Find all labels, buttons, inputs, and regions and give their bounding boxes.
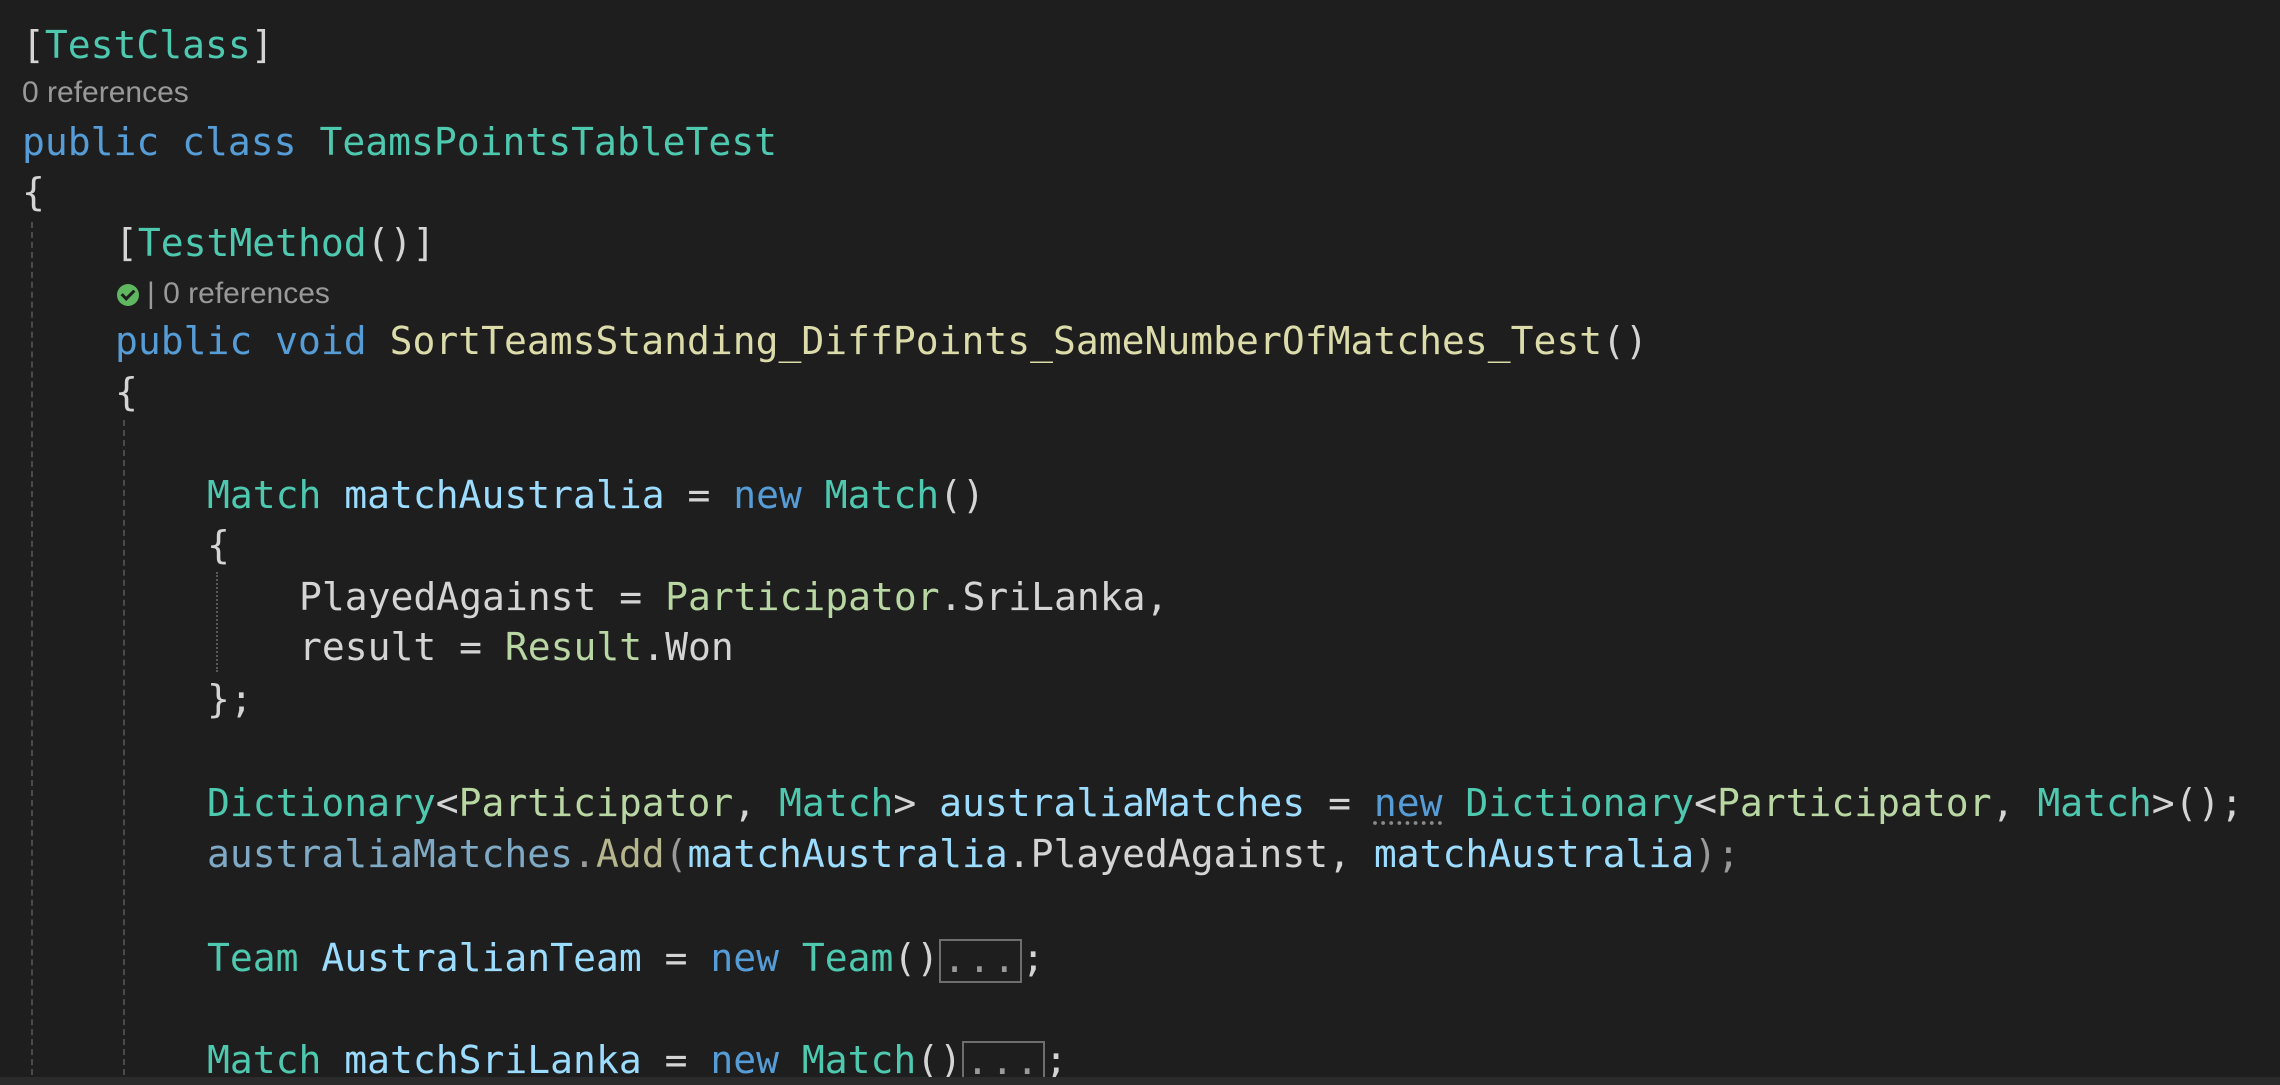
enum-member: Won xyxy=(665,625,734,669)
keyword: public xyxy=(115,319,253,363)
keyword: new xyxy=(710,1038,779,1082)
codelens-references[interactable]: | 0 references xyxy=(147,277,330,310)
property-name: result xyxy=(299,625,437,669)
codelens-test-status[interactable]: | 0 references xyxy=(117,274,330,314)
type-name: Dictionary xyxy=(1465,781,1695,825)
type-name: Match xyxy=(2037,781,2152,825)
enum-member: SriLanka xyxy=(962,575,1146,619)
code-line[interactable]: { xyxy=(115,367,138,417)
code-line[interactable]: [TestMethod()] xyxy=(115,218,435,268)
type-name: Result xyxy=(504,625,643,669)
horizontal-scrollbar[interactable] xyxy=(0,1077,2280,1085)
code-line[interactable]: public void SortTeamsStanding_DiffPoints… xyxy=(115,316,1648,366)
type-name: Match xyxy=(207,473,322,517)
keyword: void xyxy=(275,319,367,363)
code-line[interactable]: [TestClass] xyxy=(22,20,274,70)
code-line[interactable]: }; xyxy=(207,674,253,724)
indent-guide-method xyxy=(123,420,125,1085)
method-name: SortTeamsStanding_DiffPoints_SameNumberO… xyxy=(389,319,1603,363)
variable-name: AustralianTeam xyxy=(321,936,642,980)
keyword: new xyxy=(710,936,779,980)
property-name: PlayedAgainst xyxy=(1030,832,1329,876)
keyword: class xyxy=(182,120,297,164)
keyword: new xyxy=(733,473,802,517)
attribute-name: TestClass xyxy=(44,23,251,67)
keyword: new xyxy=(1373,781,1443,825)
type-name: Participator xyxy=(458,781,734,825)
code-line[interactable]: Match matchAustralia = new Match() xyxy=(207,470,985,520)
type-name: Match xyxy=(801,1038,917,1082)
code-line[interactable]: PlayedAgainst = Participator.SriLanka, xyxy=(299,572,1168,622)
type-name: Team xyxy=(801,936,894,980)
variable-name: australiaMatches xyxy=(939,781,1306,825)
type-name: Dictionary xyxy=(207,781,436,825)
indent-guide-initializer xyxy=(216,572,218,672)
type-name: Participator xyxy=(1717,781,1992,825)
attribute-name: TestMethod xyxy=(137,221,367,265)
code-line[interactable]: { xyxy=(207,520,230,570)
variable-name: matchSriLanka xyxy=(344,1038,642,1082)
property-name: PlayedAgainst xyxy=(299,575,597,619)
variable-name: australiaMatches xyxy=(207,832,574,876)
code-line[interactable]: Dictionary<Participator, Match> australi… xyxy=(207,778,2243,828)
indent-guide-class xyxy=(31,222,33,1085)
type-name: Team xyxy=(207,936,299,980)
code-line[interactable]: result = Result.Won xyxy=(299,622,734,672)
class-name: TeamsPointsTableTest xyxy=(319,120,778,164)
type-name: Match xyxy=(207,1038,322,1082)
code-line[interactable]: Team AustralianTeam = new Team()...; xyxy=(207,933,1045,983)
variable-name: matchAustralia xyxy=(687,832,1008,876)
codelens-references[interactable]: 0 references xyxy=(22,73,189,113)
code-editor[interactable]: [TestClass] 0 references public class Te… xyxy=(0,0,2280,1085)
variable-name: matchAustralia xyxy=(344,473,665,517)
type-name: Participator xyxy=(665,575,940,619)
type-name: Match xyxy=(824,473,940,517)
code-line[interactable]: { xyxy=(22,167,45,217)
code-line[interactable]: australiaMatches.Add(matchAustralia.Play… xyxy=(207,829,1740,879)
keyword: public xyxy=(22,120,160,164)
type-name: Match xyxy=(778,781,894,825)
test-passed-icon[interactable] xyxy=(117,284,139,307)
variable-name: matchAustralia xyxy=(1373,832,1695,876)
method-name: Add xyxy=(595,832,665,876)
code-line[interactable]: public class TeamsPointsTableTest xyxy=(22,117,777,167)
collapsed-region-button[interactable]: ... xyxy=(939,938,1022,983)
